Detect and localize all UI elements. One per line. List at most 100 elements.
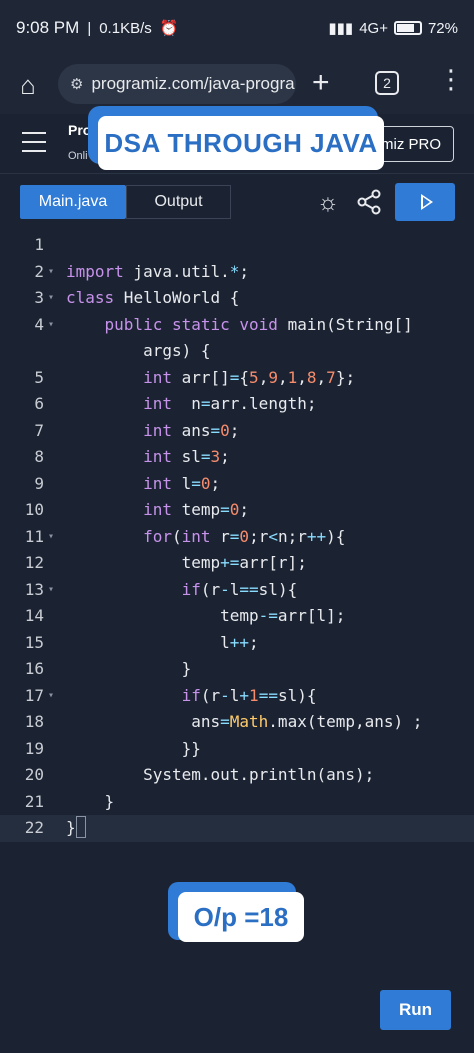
code-text: } [66,791,115,811]
code-text: int l=0; [143,473,221,493]
line-number: 20 [24,765,44,784]
code-line[interactable]: 20 System.out.println(ans); [0,762,474,789]
code-line[interactable]: 21 } [0,789,474,816]
line-number: 6 [34,394,44,413]
fold-toggle-icon[interactable]: ▾ [48,524,54,551]
status-network-speed: 0.1KB/s [99,19,152,37]
alarm-icon: ⏰ [159,20,179,37]
code-line[interactable]: 19 }} [0,736,474,763]
code-line[interactable]: 8 int sl=3; [0,444,474,471]
code-text: if(r-l+1==sl){ [181,685,317,705]
line-number: 15 [24,632,44,652]
code-text: temp-=arr[l]; [66,606,346,625]
fold-toggle-icon[interactable]: ▾ [48,577,54,604]
line-number: 13 [24,579,44,599]
output-overlay-text: O/p =18 [193,901,289,932]
tab-main-java[interactable]: Main.java [20,185,126,219]
code-text: }} [66,738,201,758]
theme-toggle-icon[interactable]: ☼ [317,189,339,217]
line-number: 7 [34,420,44,440]
address-bar[interactable]: ⚙ programiz.com/java-progra [58,64,296,104]
code-text: ans=Math.max(temp,ans) ; [66,712,423,731]
tab-output[interactable]: Output [126,185,231,219]
code-line[interactable]: 2 ▾ import java.util.*; [0,259,474,286]
line-number: 12 [24,553,44,572]
code-line[interactable]: 18 ans=Math.max(temp,ans) ; [0,709,474,736]
share-icon[interactable] [356,189,382,215]
battery-percent: 72% [427,19,458,37]
code-line[interactable]: 13 ▾ if(r-l==sl){ [0,577,474,604]
line-number: 8 [34,447,44,466]
code-line[interactable]: 16 } [0,656,474,683]
code-line[interactable]: 12 temp+=arr[r]; [0,550,474,577]
line-number: 2 [34,261,44,281]
code-line[interactable]: 22} [0,815,474,842]
fold-toggle-icon[interactable]: ▾ [48,312,54,339]
code-editor[interactable]: 1 2 ▾ import java.util.*; 3 ▾ class HelloWorld… [0,232,474,842]
code-line[interactable]: 15 l++; [0,630,474,657]
code-line[interactable]: 14 temp-=arr[l]; [0,603,474,630]
code-text: l++; [66,632,259,652]
line-number: 11 [24,526,44,546]
line-number: 21 [24,791,44,811]
run-play-button[interactable] [395,183,455,221]
banner-title: DSA THROUGH JAVA [104,127,378,158]
line-number: 16 [24,659,44,678]
code-line[interactable]: 11 ▾ for(int r=0;r<n;r++){ [0,524,474,551]
code-text: public static void main(String[] [104,314,413,334]
code-line[interactable]: 5 int arr[]={5,9,1,8,7}; [0,365,474,392]
new-tab-icon[interactable]: + [312,66,330,100]
code-line[interactable]: 1 [0,232,474,259]
code-text: if(r-l==sl){ [181,579,298,599]
line-number: 4 [34,314,44,334]
code-text: int temp=0; [143,500,250,519]
line-number: 14 [24,606,44,625]
home-icon[interactable]: ⌂ [0,70,56,101]
code-text: int sl=3; [143,447,230,466]
code-line[interactable]: 7 int ans=0; [0,418,474,445]
code-text: args) { [66,341,211,360]
code-line[interactable]: 10 int temp=0; [0,497,474,524]
site-settings-icon[interactable]: ⚙ [70,75,83,93]
editor-toolbar: Main.java Output ☼ [0,175,474,231]
more-menu-icon[interactable]: ⋮ [438,64,464,95]
url-text: programiz.com/java-progra [91,74,295,93]
line-number: 10 [24,500,44,519]
line-number: 3 [34,288,44,307]
tab-switcher-button[interactable]: 2 [375,71,399,95]
line-number: 19 [24,738,44,758]
line-number: 18 [24,712,44,731]
code-line[interactable]: 3 ▾ class HelloWorld { [0,285,474,312]
output-overlay: O/p =18 [178,892,304,942]
text-cursor [75,816,86,838]
line-number: 17 [24,685,44,705]
code-text: } [66,659,192,678]
code-text: System.out.println(ans); [66,765,375,784]
code-line[interactable]: 17 ▾ if(r-l+1==sl){ [0,683,474,710]
code-line[interactable]: args) { [0,338,474,365]
status-time: 9:08 PM [16,18,80,37]
network-type: 4G+ [359,19,388,37]
code-text: int n=arr.length; [143,394,317,413]
line-number: 22 [24,818,44,837]
code-text: for(int r=0;r<n;r++){ [143,526,346,546]
fold-toggle-icon[interactable]: ▾ [48,683,54,710]
code-line[interactable]: 9 int l=0; [0,471,474,498]
battery-icon [393,21,422,35]
fold-toggle-icon[interactable]: ▾ [48,259,54,286]
line-number: 9 [34,473,44,493]
code-text: int ans=0; [143,420,240,440]
status-separator: | [87,19,92,37]
code-line[interactable]: 6 int n=arr.length; [0,391,474,418]
fold-toggle-icon[interactable]: ▾ [48,285,54,312]
line-number: 1 [34,235,44,254]
run-button[interactable]: Run [380,990,451,1030]
title-banner: DSA THROUGH JAVA [98,116,384,170]
hamburger-menu-icon[interactable] [22,132,46,159]
signal-icon: ▮▮▮ [328,20,354,37]
code-line[interactable]: 4 ▾ public static void main(String[] [0,312,474,339]
code-text: import java.util.*; [66,261,250,281]
code-text: temp+=arr[r]; [66,553,307,572]
site-logo-subtitle: Onli [68,150,88,162]
code-text: class HelloWorld { [66,288,240,307]
